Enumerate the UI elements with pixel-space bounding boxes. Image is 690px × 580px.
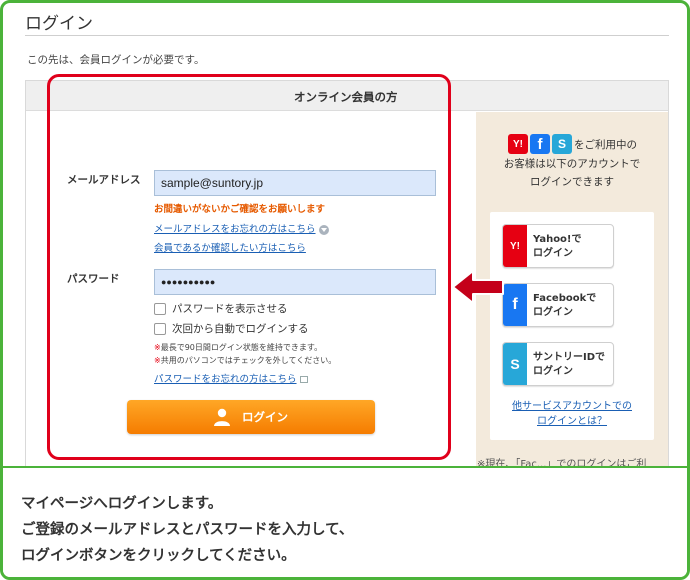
social-intro-line1: をご利用中の: [574, 139, 637, 151]
arrow-left-icon: [452, 270, 504, 304]
caption-line-2: ご登録のメールアドレスとパスワードを入力して、: [21, 522, 354, 538]
caption-line-3: ログインボタンをクリックしてください。: [21, 548, 296, 564]
other-service-link[interactable]: 他サービスアカウントでの ログインとは？: [476, 399, 668, 429]
suntory-login-label: サントリーIDで ログイン: [533, 352, 606, 377]
caption-line-1: マイページへログインします。: [21, 496, 223, 512]
facebook-login-button[interactable]: f Facebookで ログイン: [502, 283, 614, 327]
social-intro-line2: お客様は以下のアカウントで: [503, 158, 641, 170]
social-icons: Y! f S: [508, 134, 572, 154]
highlight-box: [47, 74, 451, 460]
yahoo-login-button[interactable]: Y! Yahoo!で ログイン: [502, 224, 614, 268]
yahoo-icon: Y!: [508, 134, 528, 154]
facebook-login-label: Facebookで ログイン: [533, 293, 597, 318]
title-divider: [25, 35, 669, 36]
page-title: ログイン: [25, 14, 93, 34]
yahoo-icon: Y!: [503, 225, 527, 267]
social-intro-line3: ログインできます: [530, 176, 614, 188]
suntory-login-button[interactable]: S サントリーIDで ログイン: [502, 342, 614, 386]
lead-text: この先は、会員ログインが必要です。: [27, 54, 205, 66]
suntory-icon: S: [503, 343, 527, 385]
yahoo-login-label: Yahoo!で ログイン: [533, 234, 582, 259]
tutorial-frame: ログイン この先は、会員ログインが必要です。 オンライン会員の方 Y! f S …: [0, 0, 690, 580]
facebook-icon: f: [530, 134, 550, 154]
caption-box: マイページへログインします。 ご登録のメールアドレスとパスワードを入力して、 ロ…: [3, 466, 687, 577]
suntory-icon: S: [552, 134, 572, 154]
